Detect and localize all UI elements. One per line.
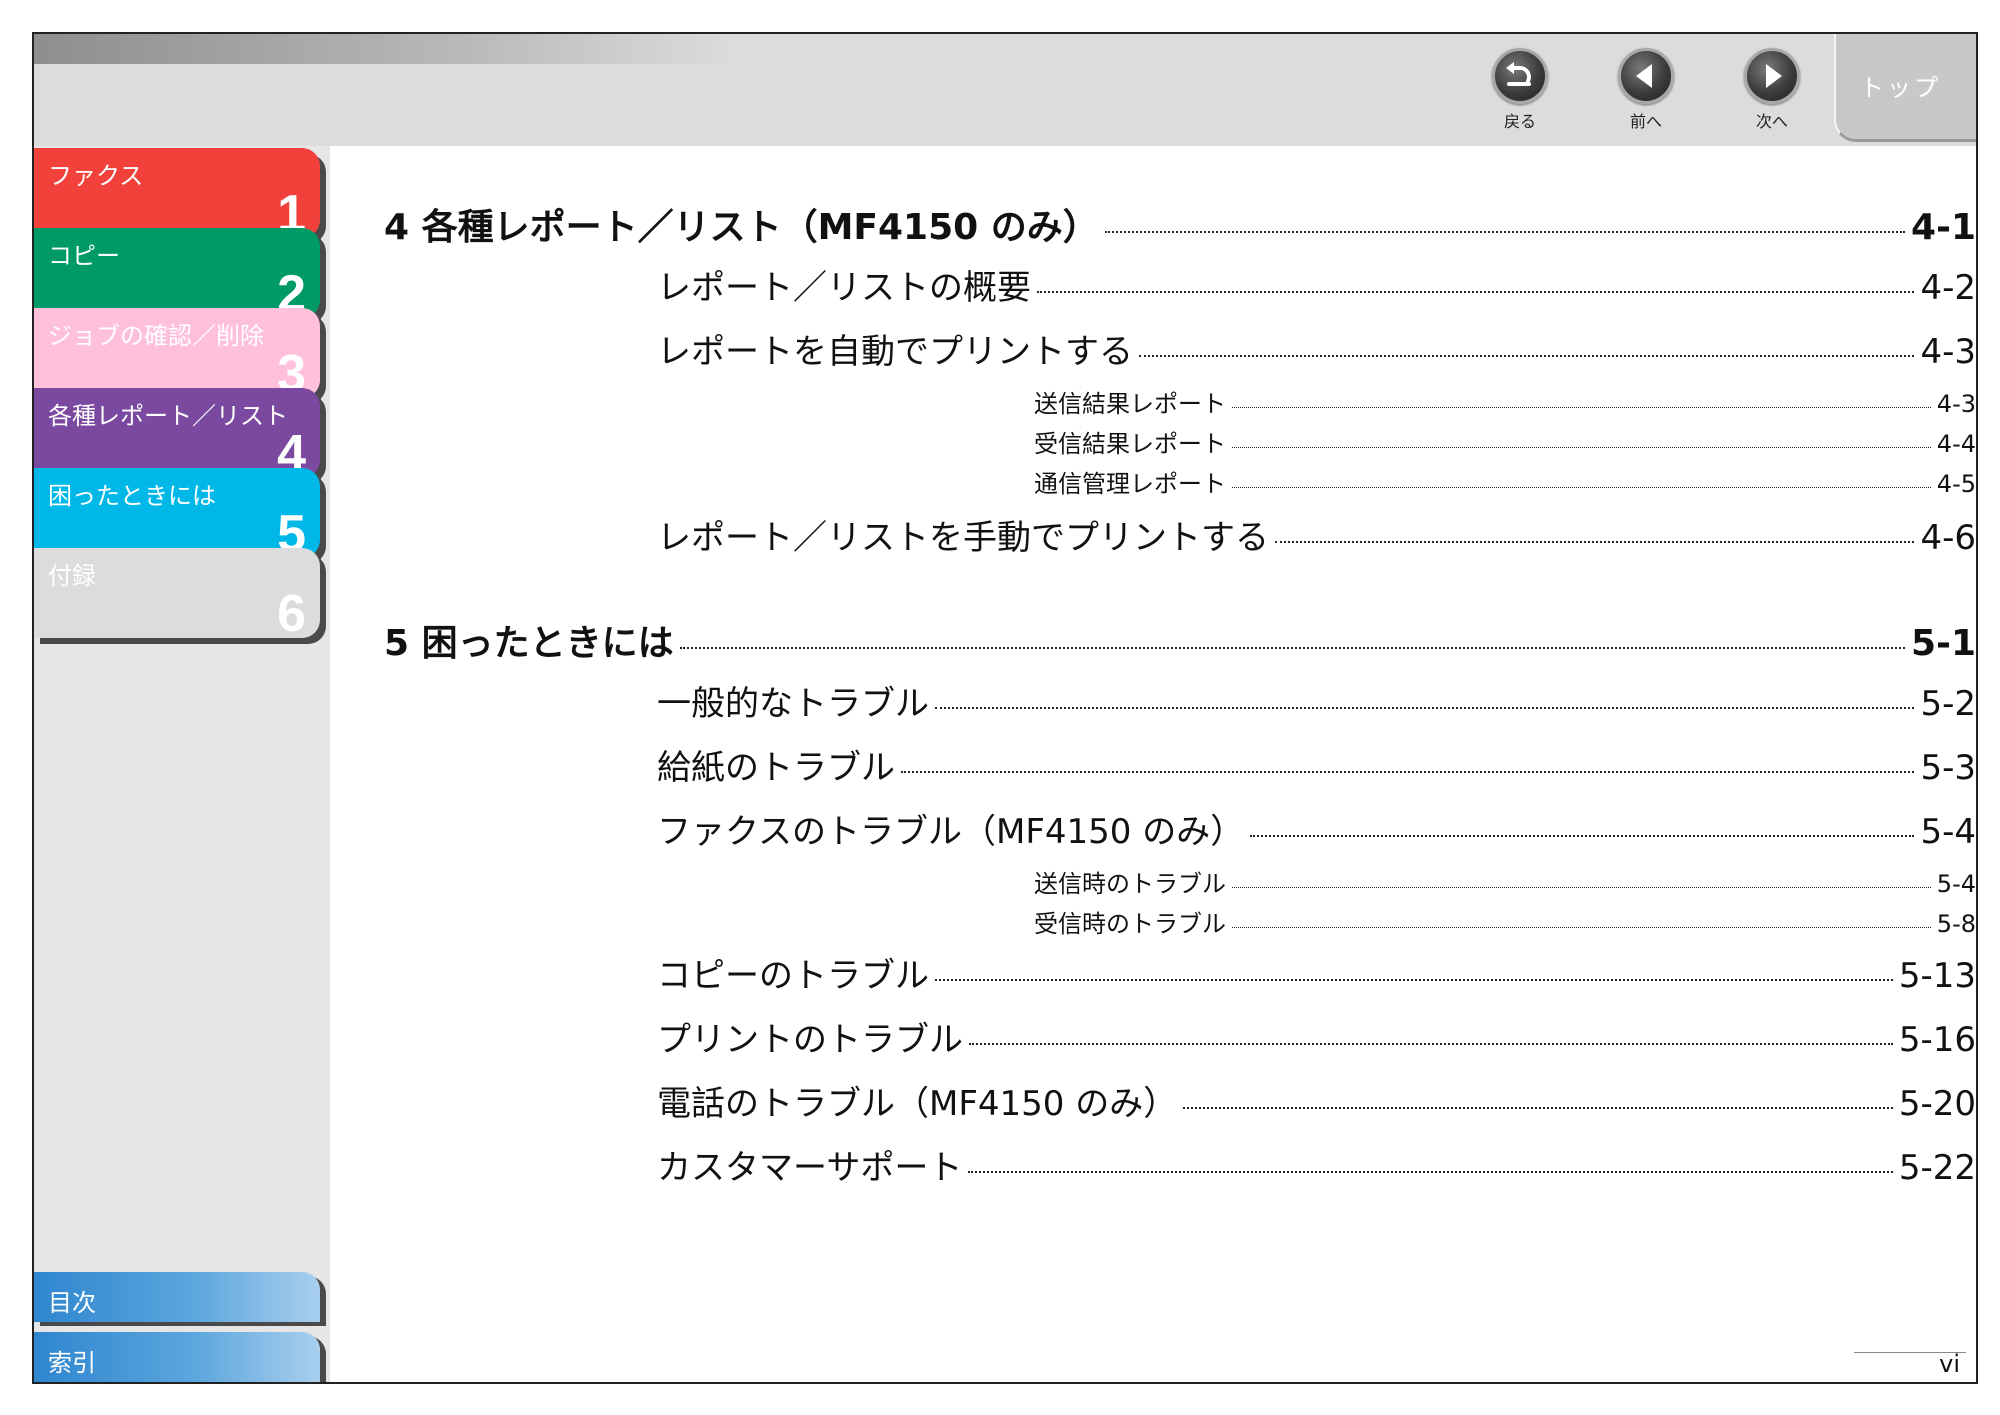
toc-entry-title: レポートを自動でプリントする	[657, 332, 1133, 372]
dot-leader	[1183, 1107, 1893, 1109]
toc-entry-page: 5-20	[1898, 1084, 1976, 1124]
toc-entry-page: 5-16	[1898, 1020, 1976, 1060]
toc-entry-page: 5-3	[1920, 748, 1976, 788]
toc-entry-page: 4-6	[1920, 518, 1976, 558]
dot-leader	[1232, 927, 1931, 928]
toc-entry-page: 4-1	[1910, 207, 1976, 248]
toc-entry-subsection[interactable]: 送信結果レポート 4-3	[1034, 384, 1976, 419]
toc-entry-title: 5 困ったときには	[384, 623, 674, 664]
toc-entry-title: プリントのトラブル	[657, 1020, 963, 1060]
toc-entry-section[interactable]: 一般的なトラブル 5-2	[657, 676, 1976, 725]
toc-entry-title: レポート／リストを手動でプリントする	[657, 518, 1269, 558]
toc-entry-title: レポート／リストの概要	[657, 268, 1031, 308]
dot-leader	[1139, 355, 1915, 357]
dot-leader	[935, 979, 1893, 981]
toc-entry-title: コピーのトラブル	[657, 956, 929, 996]
toc-entry-section[interactable]: プリントのトラブル 5-16	[657, 1012, 1976, 1061]
toc-entry-subsection[interactable]: 受信結果レポート 4-4	[1034, 424, 1976, 459]
dot-leader	[1250, 835, 1915, 837]
toc-entry-chapter[interactable]: 4 各種レポート／リスト（MF4150 のみ） 4-1	[384, 198, 1976, 250]
toc-entry-title: 受信結果レポート	[1034, 430, 1226, 458]
toc-entry-section[interactable]: レポート／リストを手動でプリントする 4-6	[657, 510, 1976, 559]
toc-entry-title: 受信時のトラブル	[1034, 910, 1226, 938]
dot-leader	[1232, 887, 1931, 888]
dot-leader	[1104, 231, 1905, 233]
toc-entry-page: 5-1	[1910, 623, 1976, 664]
dot-leader	[1037, 291, 1915, 293]
toc-entry-page: 5-4	[1936, 870, 1976, 898]
dot-leader	[935, 707, 1915, 709]
toc-entry-section[interactable]: 給紙のトラブル 5-3	[657, 740, 1976, 789]
toc-entry-section[interactable]: カスタマーサポート 5-22	[657, 1140, 1976, 1189]
toc-entry-title: 送信時のトラブル	[1034, 870, 1226, 898]
toc-entry-title: 一般的なトラブル	[657, 684, 929, 724]
table-of-contents: 4 各種レポート／リスト（MF4150 のみ） 4-1 レポート／リストの概要 …	[34, 34, 1976, 1382]
toc-entry-chapter[interactable]: 5 困ったときには 5-1	[384, 614, 1976, 666]
toc-entry-section[interactable]: ファクスのトラブル（MF4150 のみ） 5-4	[657, 804, 1976, 853]
toc-entry-section[interactable]: レポート／リストの概要 4-2	[657, 260, 1976, 309]
toc-entry-page: 5-8	[1936, 910, 1976, 938]
page-frame: 戻る 前へ 次へ トップ ファクス 1 コピー 2 ジョブの確認／削除 3 各種…	[32, 32, 1978, 1384]
toc-entry-page: 4-2	[1920, 268, 1976, 308]
toc-entry-page: 4-3	[1920, 332, 1976, 372]
toc-entry-page: 4-3	[1936, 390, 1976, 418]
toc-entry-subsection[interactable]: 送信時のトラブル 5-4	[1034, 864, 1976, 899]
toc-entry-title: 送信結果レポート	[1034, 390, 1226, 418]
dot-leader	[901, 771, 1915, 773]
dot-leader	[679, 647, 1905, 649]
toc-entry-page: 5-13	[1898, 956, 1976, 996]
toc-entry-page: 5-2	[1920, 684, 1976, 724]
toc-entry-page: 4-5	[1936, 470, 1976, 498]
toc-entry-section[interactable]: 電話のトラブル（MF4150 のみ） 5-20	[657, 1076, 1976, 1125]
toc-entry-title: カスタマーサポート	[657, 1148, 963, 1188]
toc-entry-title: ファクスのトラブル（MF4150 のみ）	[657, 812, 1245, 852]
dot-leader	[1232, 447, 1931, 448]
dot-leader	[1232, 407, 1931, 408]
dot-leader	[968, 1171, 1893, 1173]
dot-leader	[1232, 487, 1931, 488]
toc-entry-title: 4 各種レポート／リスト（MF4150 のみ）	[384, 207, 1099, 248]
page-number: vi	[1939, 1350, 1960, 1378]
dot-leader	[1275, 541, 1915, 543]
toc-entry-page: 4-4	[1936, 430, 1976, 458]
toc-entry-title: 給紙のトラブル	[657, 748, 895, 788]
toc-entry-subsection[interactable]: 受信時のトラブル 5-8	[1034, 904, 1976, 939]
toc-entry-subsection[interactable]: 通信管理レポート 4-5	[1034, 464, 1976, 499]
toc-entry-section[interactable]: コピーのトラブル 5-13	[657, 948, 1976, 997]
toc-entry-page: 5-22	[1898, 1148, 1976, 1188]
dot-leader	[969, 1043, 1893, 1045]
toc-entry-title: 通信管理レポート	[1034, 470, 1226, 498]
toc-entry-title: 電話のトラブル（MF4150 のみ）	[657, 1084, 1178, 1124]
toc-entry-section[interactable]: レポートを自動でプリントする 4-3	[657, 324, 1976, 373]
toc-entry-page: 5-4	[1920, 812, 1976, 852]
